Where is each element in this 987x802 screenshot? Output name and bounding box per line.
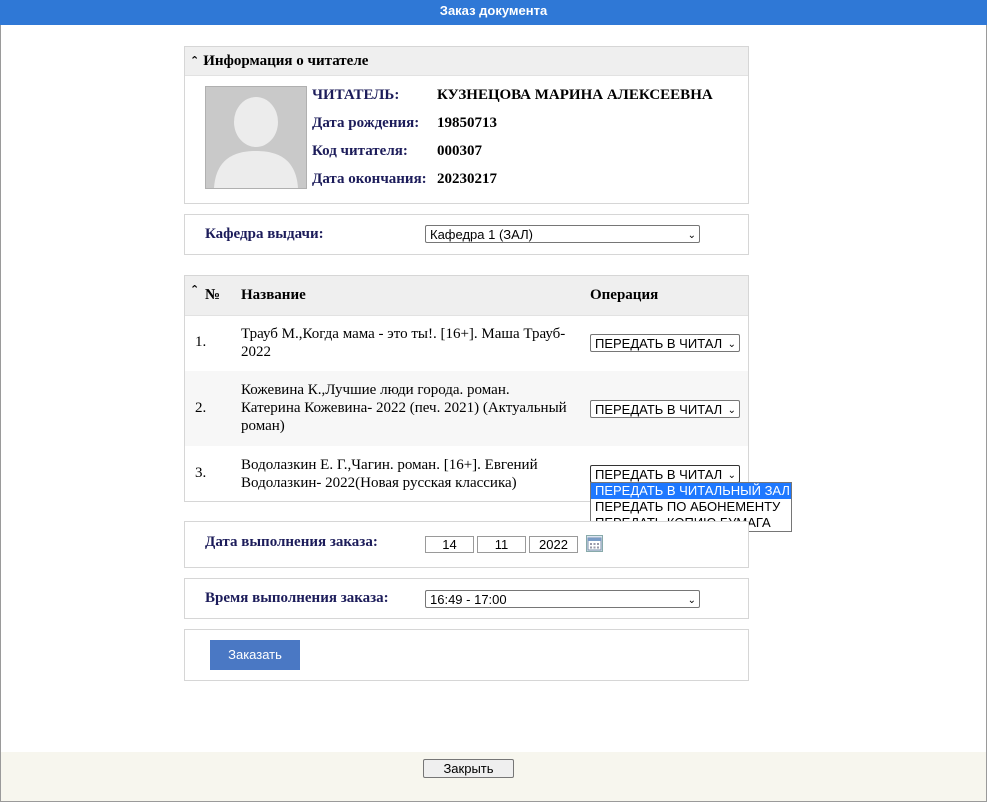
- month-field[interactable]: 11: [477, 536, 526, 553]
- reader-label: ЧИТАТЕЛЬ:: [312, 87, 400, 103]
- row-title: Трауб М.,Когда мама - это ты!. [16+]. Ма…: [241, 326, 566, 360]
- department-label: Кафедра выдачи:: [205, 226, 324, 242]
- chevron-down-icon: ⌄: [727, 405, 736, 416]
- order-date-label: Дата выполнения заказа:: [205, 534, 378, 550]
- end-date-value: 20230217: [437, 171, 497, 187]
- day-field[interactable]: 14: [425, 536, 474, 553]
- order-time-label: Время выполнения заказа:: [205, 590, 389, 606]
- column-header-number: №: [205, 287, 221, 303]
- window-title: Заказ документа: [0, 0, 987, 25]
- row-title: Кожевина К.,Лучшие люди города. роман. К…: [241, 382, 567, 434]
- table-header: ⌃ № Название Операция: [185, 276, 748, 316]
- row-number: 3.: [195, 465, 207, 481]
- order-time-panel: Время выполнения заказа: 16:49 - 17:00 ⌄: [184, 578, 749, 619]
- chevron-down-icon: ⌄: [687, 230, 696, 241]
- close-button[interactable]: Закрыть: [423, 759, 514, 778]
- reader-code-label: Код читателя:: [312, 143, 408, 159]
- calendar-icon[interactable]: [586, 535, 603, 552]
- order-button[interactable]: Заказать: [210, 640, 300, 670]
- year-field[interactable]: 2022: [529, 536, 578, 553]
- order-time-selected-value: 16:49 - 17:00: [430, 592, 507, 607]
- operation-select[interactable]: ПЕРЕДАТЬ В ЧИТАЛ ⌄: [590, 465, 740, 483]
- operation-selected-value: ПЕРЕДАТЬ В ЧИТАЛ: [595, 467, 723, 482]
- birth-date-value: 19850713: [437, 115, 497, 131]
- department-selected-value: Кафедра 1 (ЗАЛ): [430, 227, 533, 242]
- table-row: 2. Кожевина К.,Лучшие люди города. роман…: [185, 371, 748, 446]
- chevron-down-icon: ⌄: [727, 470, 736, 481]
- end-date-label: Дата окончания:: [312, 171, 427, 187]
- collapse-icon[interactable]: ⌃: [190, 270, 199, 309]
- order-date-panel: Дата выполнения заказа: 14 11 2022: [184, 521, 749, 568]
- operation-select[interactable]: ПЕРЕДАТЬ В ЧИТАЛ ⌄: [590, 400, 740, 418]
- reader-info-header[interactable]: ⌃ Информация о читателе: [185, 47, 748, 76]
- table-row: 1. Трауб М.,Когда мама - это ты!. [16+].…: [185, 316, 748, 371]
- avatar: [205, 86, 307, 189]
- row-number: 1.: [195, 334, 207, 350]
- reader-info-panel: ⌃ Информация о читателе ЧИТАТЕЛЬ: КУЗНЕЦО…: [184, 46, 749, 204]
- orders-table: ⌃ № Название Операция 1. Трауб М.,Когда …: [184, 275, 749, 502]
- row-number: 2.: [195, 400, 207, 416]
- collapse-icon[interactable]: ⌃: [190, 47, 199, 75]
- dropdown-option[interactable]: ПЕРЕДАТЬ В ЧИТАЛЬНЫЙ ЗАЛ: [591, 483, 791, 499]
- operation-selected-value: ПЕРЕДАТЬ В ЧИТАЛ: [595, 402, 723, 417]
- row-title: Водолазкин Е. Г.,Чагин. роман. [16+]. Ев…: [241, 457, 538, 491]
- department-panel: Кафедра выдачи: Кафедра 1 (ЗАЛ) ⌄: [184, 214, 749, 255]
- birth-date-label: Дата рождения:: [312, 115, 420, 131]
- column-header-operation: Операция: [590, 287, 659, 303]
- operation-selected-value: ПЕРЕДАТЬ В ЧИТАЛ: [595, 336, 723, 351]
- reader-info-title: Информация о читателе: [203, 53, 369, 69]
- chevron-down-icon: ⌄: [727, 339, 736, 350]
- reader-code-value: 000307: [437, 143, 482, 159]
- dropdown-option[interactable]: ПЕРЕДАТЬ ПО АБОНЕМЕНТУ: [591, 499, 791, 515]
- order-time-select[interactable]: 16:49 - 17:00 ⌄: [425, 590, 700, 608]
- order-button-panel: Заказать: [184, 629, 749, 681]
- operation-select[interactable]: ПЕРЕДАТЬ В ЧИТАЛ ⌄: [590, 334, 740, 352]
- department-select[interactable]: Кафедра 1 (ЗАЛ) ⌄: [425, 225, 700, 243]
- column-header-title: Название: [241, 287, 306, 303]
- reader-name: КУЗНЕЦОВА МАРИНА АЛЕКСЕЕВНА: [437, 87, 713, 103]
- footer-bar: Закрыть: [1, 752, 986, 801]
- chevron-down-icon: ⌄: [687, 595, 696, 606]
